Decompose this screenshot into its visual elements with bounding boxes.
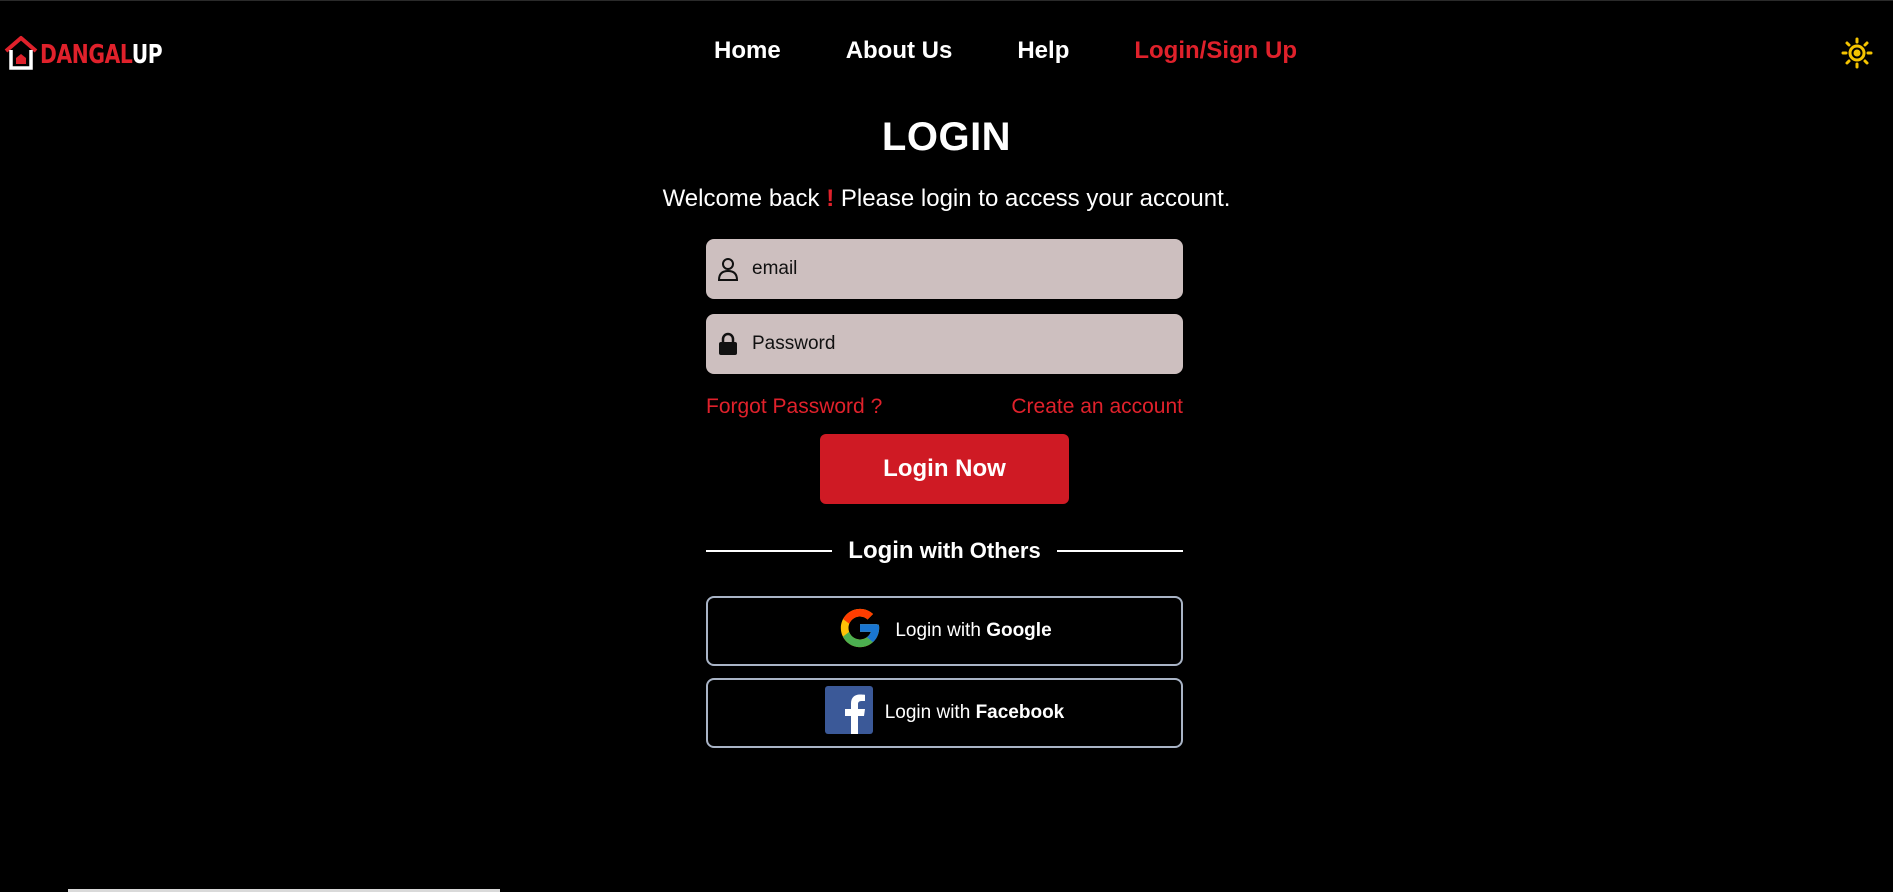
password-input[interactable] <box>750 332 1174 356</box>
login-with-others-divider: Login with Others <box>706 534 1183 568</box>
login-with-facebook-button[interactable]: Login with Facebook <box>706 678 1183 748</box>
divider-line-left <box>706 550 832 552</box>
facebook-icon <box>824 686 873 740</box>
user-icon <box>716 257 740 281</box>
divider-label: Login with Others <box>848 537 1041 564</box>
house-logo-icon <box>4 34 38 77</box>
facebook-button-label: Login with Facebook <box>884 702 1065 723</box>
nav-home[interactable]: Home <box>714 37 781 65</box>
page-subtitle: Welcome back ! Please login to access yo… <box>662 185 1231 212</box>
divider-line-right <box>1057 550 1183 552</box>
brand-logo[interactable]: DANGALUP <box>4 35 197 75</box>
login-with-google-button[interactable]: Login with Google <box>706 596 1183 666</box>
login-now-button[interactable]: Login Now <box>820 434 1069 504</box>
password-field-container <box>706 314 1183 374</box>
login-page: DANGALUP Home About Us Help Login/Sign U… <box>0 0 1893 892</box>
theme-toggle-button[interactable] <box>1841 37 1873 69</box>
nav-about-us[interactable]: About Us <box>846 37 953 65</box>
lock-icon <box>716 332 740 356</box>
create-account-link[interactable]: Create an account <box>1011 395 1183 419</box>
brand-name: DANGALUP <box>40 40 163 70</box>
google-button-label: Login with Google <box>895 620 1052 641</box>
email-input[interactable] <box>750 257 1174 281</box>
sun-icon <box>1841 37 1873 69</box>
google-icon <box>837 605 883 657</box>
main-nav: Home About Us Help Login/Sign Up <box>714 37 1297 65</box>
page-title: LOGIN <box>881 115 1012 159</box>
forgot-password-link[interactable]: Forgot Password ? <box>706 395 882 419</box>
nav-help[interactable]: Help <box>1017 37 1069 65</box>
nav-login-signup[interactable]: Login/Sign Up <box>1134 37 1297 65</box>
email-field-container <box>706 239 1183 299</box>
